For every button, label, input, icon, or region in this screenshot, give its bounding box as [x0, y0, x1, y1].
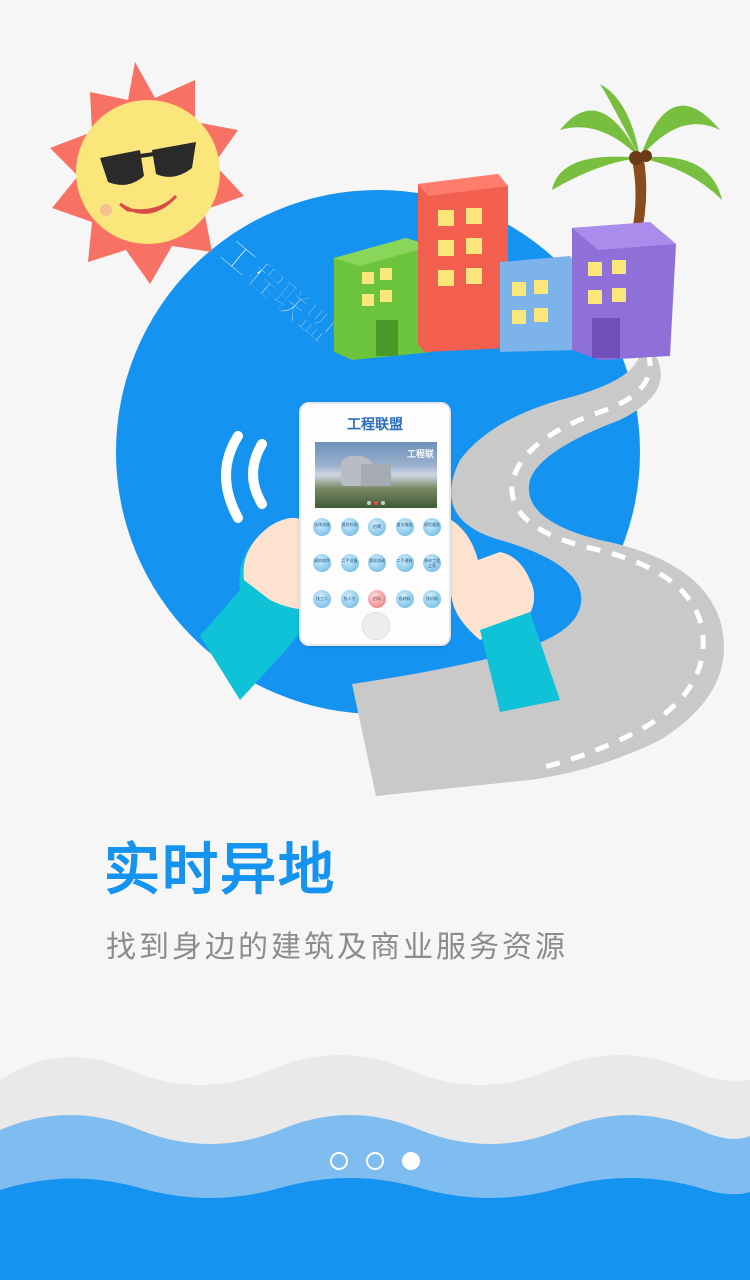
app-icon-highlighted: 招标	[368, 590, 386, 608]
app-icon: 找材料	[395, 590, 414, 608]
app-icon: 管理咨询	[368, 554, 386, 572]
app-icon: 招聘	[368, 518, 386, 536]
app-icon: 商业服务	[395, 518, 414, 536]
app-icon: 找工人	[313, 590, 331, 608]
app-icon: 找机械	[423, 590, 441, 608]
app-icon: 二手设备	[340, 554, 359, 572]
page-dot-1[interactable]	[330, 1152, 348, 1170]
banner-indicator	[367, 501, 385, 505]
app-grid-row-2: 建筑软件 二手设备 管理咨询 二手建材 装修工程之家	[313, 554, 441, 572]
app-icon: 保险服务	[423, 518, 441, 536]
page-indicator	[0, 1152, 750, 1170]
page-dot-2[interactable]	[366, 1152, 384, 1170]
app-grid-row-1: 法律咨询 规划检测 招聘 商业服务 保险服务	[313, 518, 441, 536]
onboarding-screen: 工程联盟 工程联盟 工程联 法律咨询 规划检测 招聘 商业服务 保险服务 建筑软…	[0, 0, 750, 1280]
app-icon: 找人才	[340, 590, 359, 608]
phone-banner-image: 工程联	[315, 442, 437, 508]
phone-mockup: 工程联盟 工程联 法律咨询 规划检测 招聘 商业服务 保险服务 建筑软件 二手设…	[299, 402, 451, 646]
app-icon: 法律咨询	[313, 518, 331, 536]
phone-title: 工程联盟	[347, 417, 403, 433]
app-grid-row-3: 找工人 找人才 招标 找材料 找机械	[313, 590, 441, 608]
app-icon: 装修工程之家	[423, 554, 441, 572]
headline: 实时异地	[104, 838, 336, 903]
palm-tree-icon	[552, 84, 722, 240]
page-dot-3-active[interactable]	[402, 1152, 420, 1170]
subtitle: 找到身边的建筑及商业服务资源	[106, 930, 568, 965]
phone-home-button	[362, 612, 390, 640]
app-icon: 建筑软件	[313, 554, 331, 572]
app-icon: 规划检测	[340, 518, 359, 536]
app-icon: 二手建材	[395, 554, 414, 572]
phone-banner-text: 工程联	[406, 450, 434, 460]
